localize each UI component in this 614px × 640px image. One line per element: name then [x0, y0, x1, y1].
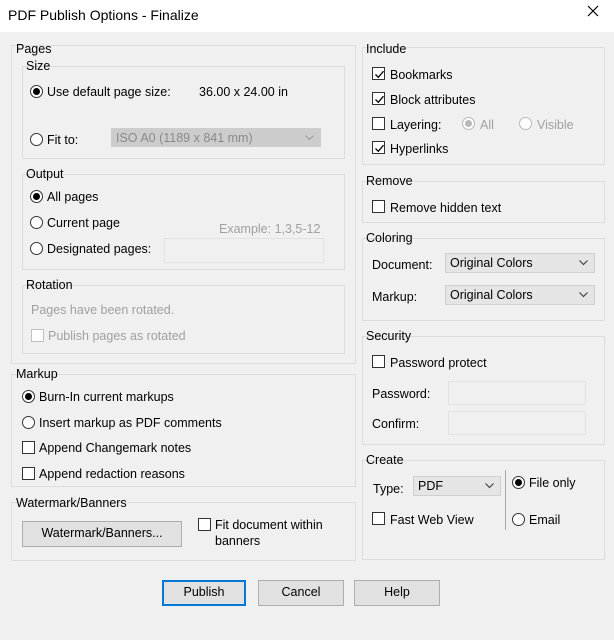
- block-attributes-label[interactable]: Block attributes: [390, 92, 475, 108]
- insert-comments-radio[interactable]: [22, 416, 35, 429]
- security-group-title: Security: [366, 329, 412, 343]
- all-pages-radio[interactable]: [30, 190, 43, 203]
- fast-web-view-checkbox[interactable]: [372, 512, 385, 525]
- default-size-value: 36.00 x 24.00 in: [199, 85, 288, 99]
- file-only-radio[interactable]: [512, 476, 525, 489]
- watermark-group-title: Watermark/Banners: [16, 496, 127, 510]
- hyperlinks-checkbox[interactable]: [372, 141, 385, 154]
- password-protect-label[interactable]: Password protect: [390, 355, 487, 371]
- chevron-down-icon: [485, 483, 494, 489]
- remove-hidden-text-checkbox[interactable]: [372, 200, 385, 213]
- current-page-radio[interactable]: [30, 216, 43, 229]
- burn-in-label[interactable]: Burn-In current markups: [39, 389, 174, 405]
- layering-all-radio: [462, 117, 475, 130]
- chevron-down-icon: [305, 135, 314, 141]
- current-page-label[interactable]: Current page: [47, 215, 120, 231]
- close-icon[interactable]: [587, 5, 599, 17]
- designated-pages-radio[interactable]: [30, 242, 43, 255]
- bookmarks-label[interactable]: Bookmarks: [390, 67, 453, 83]
- rotation-status: Pages have been rotated.: [31, 303, 175, 317]
- all-pages-label[interactable]: All pages: [47, 189, 98, 205]
- cancel-button[interactable]: Cancel: [258, 580, 344, 606]
- layering-visible-label: Visible: [537, 118, 574, 132]
- markup-color-select[interactable]: Original Colors: [445, 285, 595, 305]
- confirm-password-input: [448, 411, 586, 435]
- confirm-label: Confirm:: [372, 417, 420, 431]
- email-label[interactable]: Email: [529, 512, 560, 528]
- type-value: PDF: [418, 479, 443, 493]
- fit-within-banners-label-2[interactable]: banners: [215, 533, 260, 549]
- append-redaction-checkbox[interactable]: [22, 467, 35, 480]
- layering-checkbox[interactable]: [372, 117, 385, 130]
- type-label: Type:: [373, 482, 404, 496]
- designated-example-hint: Example: 1,3,5-12: [219, 222, 321, 236]
- fit-within-banners-checkbox[interactable]: [198, 518, 211, 531]
- password-label: Password:: [372, 387, 431, 401]
- fast-web-view-label[interactable]: Fast Web View: [390, 512, 474, 528]
- markup-color-label: Markup:: [372, 290, 418, 304]
- bookmarks-checkbox[interactable]: [372, 67, 385, 80]
- chevron-down-icon: [579, 260, 588, 266]
- watermark-banners-button[interactable]: Watermark/Banners...: [22, 521, 182, 547]
- include-group-title: Include: [366, 42, 407, 56]
- help-button[interactable]: Help: [354, 580, 440, 606]
- rotation-group-title: Rotation: [26, 278, 73, 292]
- window-title: PDF Publish Options - Finalize: [8, 7, 199, 23]
- create-separator: [505, 470, 506, 530]
- burn-in-radio[interactable]: [22, 390, 35, 403]
- create-group-title: Create: [366, 453, 404, 467]
- type-select[interactable]: PDF: [413, 476, 501, 496]
- layering-visible-radio: [519, 117, 532, 130]
- password-input: [448, 381, 586, 405]
- hyperlinks-label[interactable]: Hyperlinks: [390, 141, 448, 157]
- layering-label[interactable]: Layering:: [390, 117, 441, 133]
- append-changemark-label[interactable]: Append Changemark notes: [39, 440, 191, 456]
- markup-group-title: Markup: [16, 367, 58, 381]
- fit-to-select: ISO A0 (1189 x 841 mm): [111, 128, 321, 147]
- layering-all-label: All: [480, 118, 494, 132]
- fit-to-label[interactable]: Fit to:: [47, 132, 78, 148]
- designated-pages-input: [164, 238, 324, 263]
- append-redaction-label[interactable]: Append redaction reasons: [39, 466, 185, 482]
- file-only-label[interactable]: File only: [529, 475, 576, 491]
- document-color-value: Original Colors: [450, 256, 533, 270]
- fit-within-banners-label-1[interactable]: Fit document within: [215, 517, 323, 533]
- designated-pages-label[interactable]: Designated pages:: [47, 241, 151, 257]
- default-size-label[interactable]: Use default page size:: [47, 84, 171, 100]
- fit-to-radio[interactable]: [30, 133, 43, 146]
- markup-color-value: Original Colors: [450, 288, 533, 302]
- append-changemark-checkbox[interactable]: [22, 441, 35, 454]
- publish-rotated-checkbox: [31, 329, 44, 342]
- remove-group-title: Remove: [366, 174, 413, 188]
- document-color-label: Document:: [372, 258, 433, 272]
- output-group-title: Output: [26, 167, 64, 181]
- block-attributes-checkbox[interactable]: [372, 92, 385, 105]
- publish-rotated-label: Publish pages as rotated: [48, 329, 186, 343]
- email-radio[interactable]: [512, 513, 525, 526]
- default-size-radio[interactable]: [30, 85, 43, 98]
- coloring-group: [362, 238, 605, 321]
- fit-to-select-value: ISO A0 (1189 x 841 mm): [116, 131, 253, 145]
- publish-button[interactable]: Publish: [162, 580, 246, 606]
- pages-group-title: Pages: [16, 42, 52, 56]
- insert-comments-label[interactable]: Insert markup as PDF comments: [39, 415, 222, 431]
- password-protect-checkbox[interactable]: [372, 355, 385, 368]
- coloring-group-title: Coloring: [366, 231, 413, 245]
- remove-hidden-text-label[interactable]: Remove hidden text: [390, 200, 501, 216]
- document-color-select[interactable]: Original Colors: [445, 253, 595, 273]
- size-group-title: Size: [26, 59, 51, 73]
- chevron-down-icon: [579, 292, 588, 298]
